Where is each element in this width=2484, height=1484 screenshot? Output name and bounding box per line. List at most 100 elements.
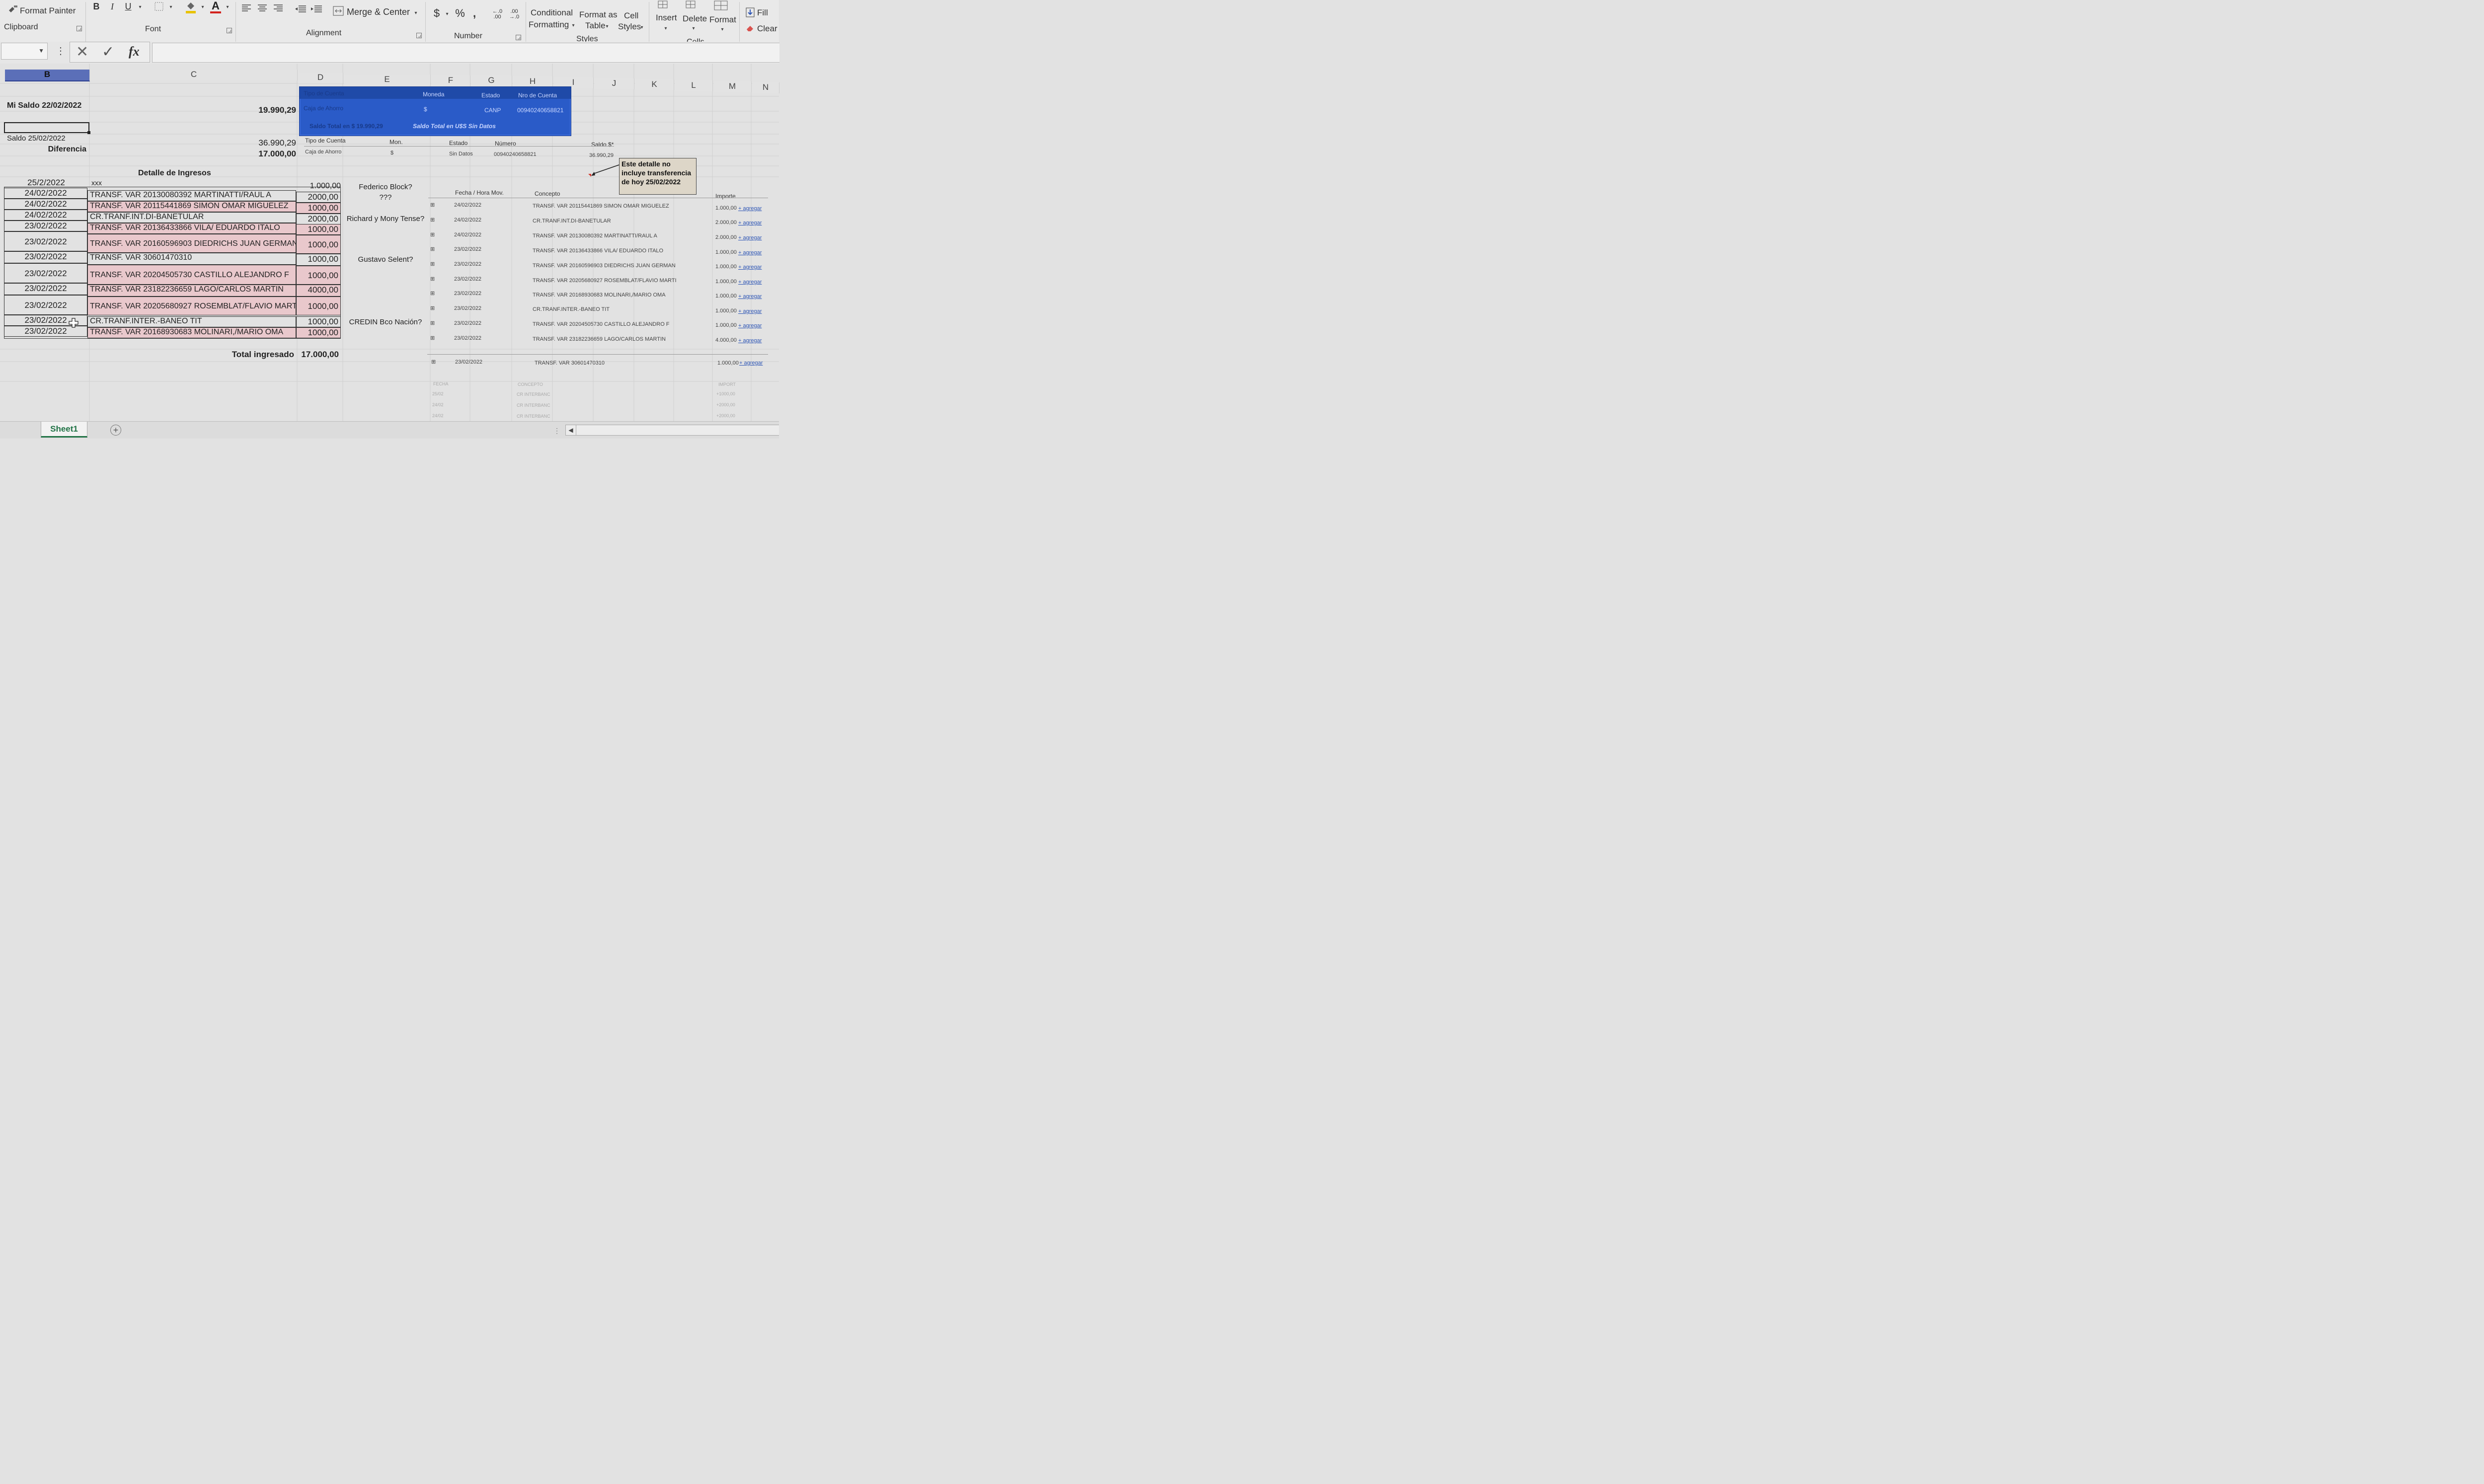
detail-row-amount[interactable]: 1000,00 bbox=[296, 203, 341, 214]
detail-row-desc[interactable]: CR.TRANF.INT.DI-BANETULAR bbox=[87, 212, 296, 223]
total-value[interactable]: 17.000,00 bbox=[296, 350, 341, 361]
column-header-j[interactable]: J bbox=[594, 78, 634, 89]
detail-row-date[interactable]: 23/02/2022 bbox=[4, 295, 87, 315]
delete-dropdown-icon[interactable]: ▾ bbox=[691, 25, 697, 32]
detail-row-desc[interactable]: TRANSF. VAR 20160596903 DIEDRICHS JUAN G… bbox=[87, 234, 296, 253]
expand-icon[interactable]: ⊞ bbox=[430, 320, 435, 326]
agregar-link[interactable]: + agregar bbox=[738, 235, 762, 241]
expand-icon[interactable]: ⊞ bbox=[430, 202, 435, 208]
expand-icon[interactable]: ⊞ bbox=[430, 231, 435, 238]
formula-input[interactable] bbox=[152, 43, 779, 63]
format-as-table-label-2[interactable]: Table bbox=[585, 21, 606, 31]
italic-button[interactable]: I bbox=[107, 1, 117, 12]
agregar-link[interactable]: + agregar bbox=[738, 250, 762, 256]
fill-color-dropdown-icon[interactable]: ▾ bbox=[200, 3, 206, 11]
detail-row-date[interactable]: 23/02/2022 bbox=[4, 283, 87, 295]
detail-row-desc[interactable]: TRANSF. VAR 30601470310 bbox=[87, 253, 296, 265]
detail-row-date[interactable]: 23/02/2022 bbox=[4, 221, 87, 231]
agregar-link[interactable]: + agregar bbox=[738, 206, 762, 212]
font-launcher-icon[interactable] bbox=[227, 28, 232, 33]
detail-row-amount[interactable]: 1000,00 bbox=[296, 316, 341, 327]
detail-row-date[interactable]: 24/02/2022 bbox=[4, 188, 87, 199]
column-header-d[interactable]: D bbox=[298, 73, 343, 83]
detail-row-amount[interactable]: 4000,00 bbox=[296, 285, 341, 297]
scroll-left-icon[interactable]: ◀ bbox=[565, 425, 576, 436]
detail-row-date[interactable]: 24/02/2022 bbox=[4, 210, 87, 221]
increase-indent-icon[interactable] bbox=[310, 4, 323, 14]
detail-row-note[interactable]: Gustavo Selent? bbox=[343, 255, 428, 265]
column-header-h[interactable]: H bbox=[513, 76, 553, 87]
expand-icon[interactable]: ⊞ bbox=[430, 305, 435, 311]
diferencia-value[interactable]: 17.000,00 bbox=[233, 149, 298, 159]
align-center-icon[interactable] bbox=[256, 3, 268, 13]
conditional-formatting-label-1[interactable]: Conditional bbox=[531, 8, 573, 18]
agregar-link[interactable]: + agregar bbox=[738, 308, 762, 314]
column-header-m[interactable]: M bbox=[713, 81, 752, 92]
name-box[interactable]: ▼ bbox=[1, 43, 48, 60]
expand-icon[interactable]: ⊞ bbox=[431, 359, 436, 365]
detail-row-note[interactable]: CREDIN Bco Nación? bbox=[343, 318, 428, 328]
detail-row-date[interactable]: 23/02/2022 bbox=[4, 251, 87, 263]
detail-row-amount[interactable]: 1000,00 bbox=[296, 327, 341, 338]
insert-function-icon[interactable]: fx bbox=[129, 44, 140, 59]
detail-row-desc[interactable]: TRANSF. VAR 20205680927 ROSEMBLAT/FLAVIO… bbox=[87, 297, 296, 315]
expand-icon[interactable]: ⊞ bbox=[430, 276, 435, 282]
sheet-tab[interactable]: Sheet1 bbox=[41, 422, 87, 438]
detail-row-desc[interactable]: TRANSF. VAR 23182236659 LAGO/CARLOS MART… bbox=[87, 285, 296, 297]
currency-dropdown-icon[interactable]: ▾ bbox=[444, 10, 450, 18]
detail-row-amount[interactable]: 1000,00 bbox=[296, 224, 341, 235]
detail-row-desc[interactable]: TRANSF. VAR 20204505730 CASTILLO ALEJAND… bbox=[87, 265, 296, 285]
cell-styles-label-1[interactable]: Cell bbox=[624, 11, 638, 21]
agregar-link[interactable]: + agregar bbox=[738, 294, 762, 299]
agregar-link[interactable]: + agregar bbox=[738, 279, 762, 285]
column-header-k[interactable]: K bbox=[635, 79, 674, 90]
column-header-e[interactable]: E bbox=[344, 74, 431, 85]
increase-decimal-button[interactable]: ←.0 .00 bbox=[489, 8, 506, 21]
column-header-n[interactable]: N bbox=[752, 82, 779, 93]
detail-row-note[interactable]: ??? bbox=[343, 193, 428, 203]
detail-row-date[interactable]: 25/2/2022 bbox=[5, 178, 87, 187]
mi-saldo-value[interactable]: 19.990,29 bbox=[233, 105, 298, 116]
cell-comment[interactable]: Este detalle no incluye transferencia de… bbox=[619, 158, 697, 195]
agregar-link[interactable]: + agregar bbox=[739, 360, 763, 366]
decrease-indent-icon[interactable] bbox=[294, 4, 307, 14]
detail-row-note[interactable]: Richard y Mony Tense? bbox=[342, 215, 429, 224]
delete-button[interactable]: Delete bbox=[683, 14, 707, 24]
underline-button[interactable]: U bbox=[123, 1, 133, 12]
bold-button[interactable]: B bbox=[91, 1, 101, 12]
align-right-icon[interactable] bbox=[272, 3, 284, 13]
detail-row-date[interactable]: 24/02/2022 bbox=[4, 199, 87, 210]
format-dropdown-icon[interactable]: ▾ bbox=[719, 26, 725, 33]
enter-icon[interactable]: ✓ bbox=[102, 43, 114, 61]
agregar-link[interactable]: + agregar bbox=[738, 220, 762, 226]
decrease-decimal-button[interactable]: .00 →.0 bbox=[506, 8, 523, 21]
borders-dropdown-icon[interactable]: ▾ bbox=[168, 3, 174, 11]
detail-row-note[interactable]: Federico Block? bbox=[343, 183, 428, 192]
alignment-launcher-icon[interactable] bbox=[416, 33, 422, 38]
merge-center-button[interactable]: Merge & Center bbox=[347, 7, 410, 17]
horizontal-scrollbar[interactable] bbox=[576, 425, 779, 436]
detail-row-amount[interactable]: 1.000,00 bbox=[298, 182, 343, 191]
agregar-link[interactable]: + agregar bbox=[738, 323, 762, 329]
expand-icon[interactable]: ⊞ bbox=[430, 217, 435, 223]
saldo-label[interactable]: Saldo 25/02/2022 bbox=[7, 134, 89, 144]
expand-icon[interactable]: ⊞ bbox=[430, 261, 435, 267]
clear-button[interactable]: Clear bbox=[757, 24, 777, 34]
total-label[interactable]: Total ingresado bbox=[209, 350, 294, 361]
column-header-c[interactable]: C bbox=[90, 70, 298, 80]
column-header-l[interactable]: L bbox=[675, 80, 713, 91]
column-header-g[interactable]: G bbox=[471, 75, 512, 86]
detail-row-desc[interactable]: xxx bbox=[89, 179, 296, 188]
detail-row-desc[interactable]: TRANSF. VAR 20136433866 VILA/ EDUARDO IT… bbox=[87, 223, 296, 234]
column-header-f[interactable]: F bbox=[431, 75, 470, 86]
insert-button[interactable]: Insert bbox=[656, 13, 677, 23]
conditional-formatting-dropdown-icon[interactable]: ▾ bbox=[570, 22, 576, 29]
currency-button[interactable]: $ bbox=[431, 7, 442, 20]
format-as-table-dropdown-icon[interactable]: ▾ bbox=[604, 23, 610, 30]
expand-icon[interactable]: ⊞ bbox=[430, 246, 435, 252]
detail-row-amount[interactable]: 1000,00 bbox=[296, 266, 341, 285]
detail-row-amount[interactable]: 1000,00 bbox=[296, 297, 341, 315]
detail-row-amount[interactable]: 1000,00 bbox=[296, 235, 341, 254]
merge-center-dropdown-icon[interactable]: ▾ bbox=[412, 9, 419, 17]
insert-dropdown-icon[interactable]: ▾ bbox=[663, 25, 669, 32]
